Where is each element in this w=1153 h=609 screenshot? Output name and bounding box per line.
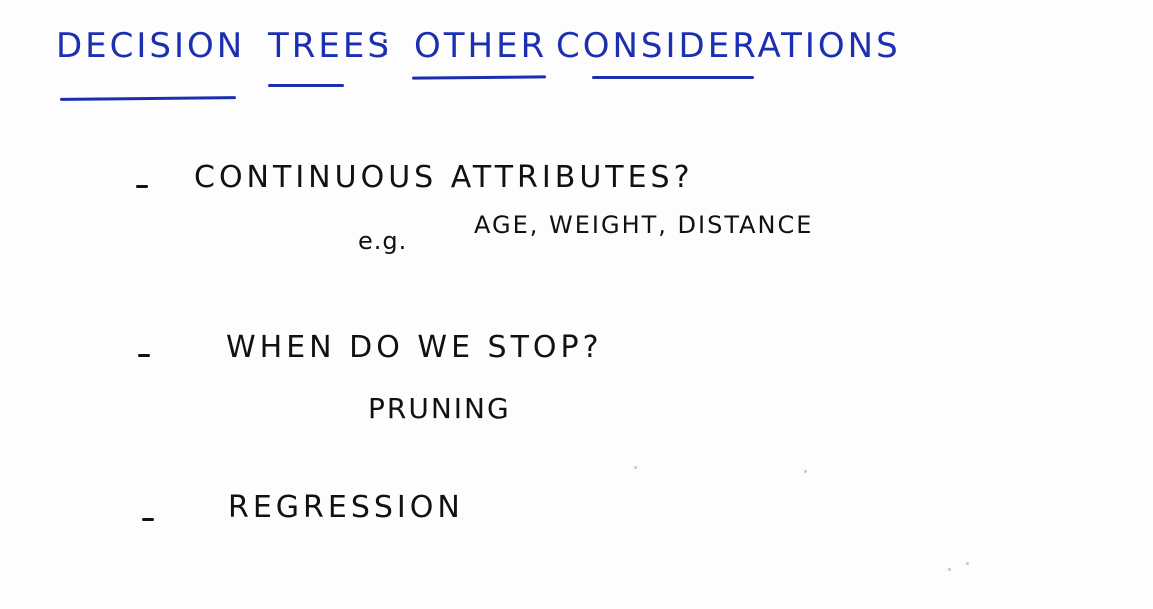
bullet-dash-1 (136, 185, 148, 188)
bullet-sub-text-pruning: Pruning (368, 392, 511, 425)
bullet-dash-2 (138, 354, 150, 357)
board-speck (804, 470, 807, 473)
title-colon: : (380, 28, 395, 63)
bullet-sub-text-examples: Age, Weight, Distance (474, 211, 814, 239)
title-underline-decision (59, 96, 237, 101)
bullet-text-when-stop: When do we stop? (226, 330, 603, 365)
title-word-considerations: Considerations (556, 26, 901, 66)
board-speck (634, 466, 637, 469)
bullet-sub-prefix-eg: e.g. (358, 227, 408, 255)
board-speck (966, 562, 969, 565)
title-underline-considerations (592, 76, 754, 79)
bullet-text-continuous-attributes: Continuous Attributes? (194, 160, 694, 195)
title-word-trees: Trees (268, 26, 392, 66)
bullet-dash-3 (142, 518, 154, 521)
bullet-text-regression: Regression (228, 490, 464, 525)
title-word-decision: Decision (56, 26, 246, 66)
title-underline-other (411, 75, 547, 80)
board-speck (948, 568, 951, 571)
whiteboard-page: Decision Trees : Other Considerations Co… (0, 0, 1153, 609)
title-word-other: Other (414, 26, 548, 66)
title-underline-trees (268, 84, 344, 87)
